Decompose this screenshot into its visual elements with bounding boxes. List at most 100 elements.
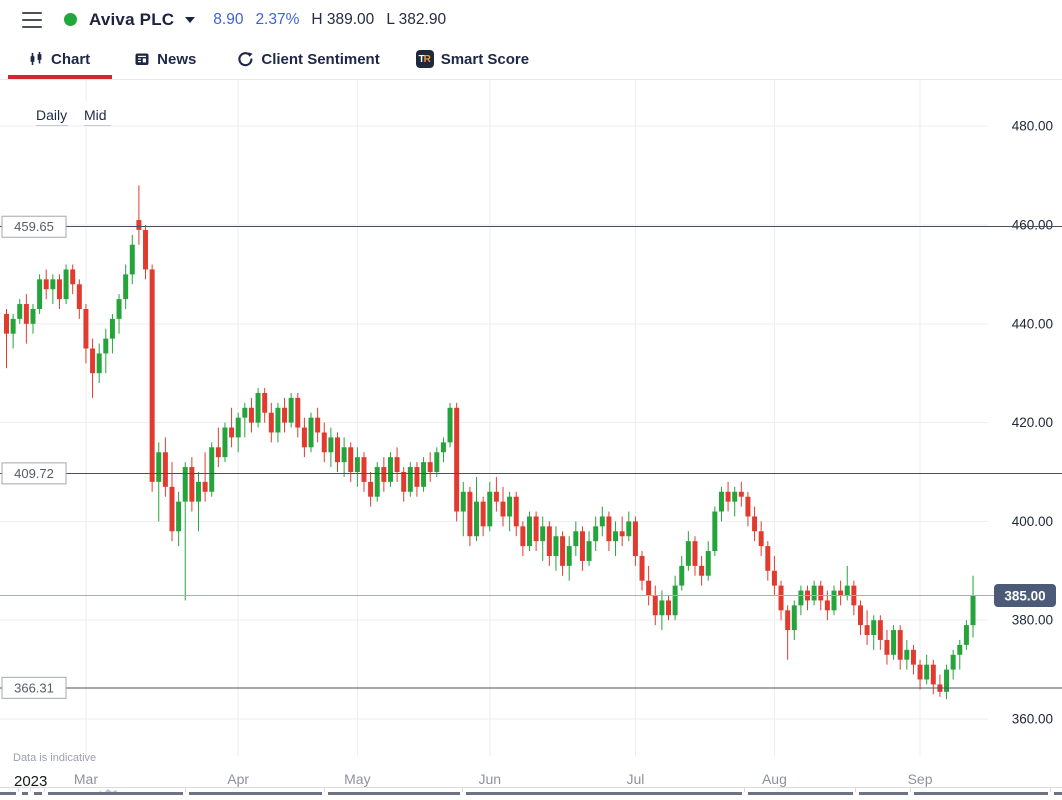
candle	[507, 496, 513, 517]
candle	[718, 491, 724, 512]
candle	[593, 526, 599, 542]
y-axis-label: 420.00	[1012, 415, 1053, 430]
candle	[381, 467, 387, 482]
interval-selector[interactable]: Daily	[36, 102, 68, 126]
y-axis-label: 460.00	[1012, 218, 1053, 233]
candle	[474, 501, 480, 537]
tab-label: News	[157, 50, 197, 68]
candle	[619, 531, 625, 537]
candle	[321, 432, 327, 453]
candle	[116, 299, 122, 319]
x-axis-month-label: Jun	[478, 771, 501, 787]
candle	[692, 541, 698, 566]
candle	[970, 595, 976, 626]
tab-client-sentiment[interactable]: Client Sentiment	[237, 51, 380, 68]
candle	[573, 531, 579, 547]
candle	[361, 457, 367, 482]
candle	[824, 600, 830, 611]
candle	[811, 585, 817, 601]
candle	[288, 397, 294, 423]
tipranks-badge-icon: TR	[415, 50, 434, 68]
candle	[83, 308, 89, 349]
candle	[229, 427, 235, 438]
price-level-label: 409.72	[14, 466, 54, 481]
instrument-selector[interactable]: Aviva PLC	[89, 10, 196, 30]
candle	[295, 397, 301, 428]
candle	[136, 220, 142, 230]
candle	[189, 467, 195, 502]
candle	[745, 496, 751, 517]
candle	[394, 457, 400, 472]
tab-bar: Chart News Client Sentiment TR Smart Sco…	[0, 39, 1062, 80]
candle	[341, 447, 347, 463]
candle	[871, 620, 877, 636]
candle	[930, 664, 936, 685]
candle	[957, 644, 963, 655]
candle	[725, 491, 731, 502]
candle	[838, 590, 844, 596]
candle	[705, 551, 711, 576]
tab-news[interactable]: News	[134, 51, 196, 68]
candle	[944, 669, 950, 692]
candle	[857, 605, 863, 626]
price-chart-svg[interactable]: 480.00 460.00 440.00 420.00 400.00 380.00 360.…	[0, 80, 1062, 795]
candle	[348, 447, 354, 472]
price-change: 8.90	[213, 10, 244, 28]
candle	[526, 516, 532, 547]
candle	[533, 516, 539, 542]
candle	[103, 338, 109, 354]
candle	[209, 447, 215, 492]
candle	[467, 491, 473, 537]
candle	[262, 392, 268, 413]
candle	[76, 284, 82, 309]
candle	[560, 536, 566, 566]
panel-divider	[0, 787, 1062, 788]
candle	[666, 600, 671, 616]
candle	[50, 279, 56, 290]
tab-label: Chart	[51, 50, 91, 68]
candle	[831, 590, 837, 611]
day-low: L 382.90	[386, 10, 447, 28]
candle	[950, 654, 956, 670]
candle	[487, 491, 493, 527]
y-axis-label: 440.00	[1012, 316, 1053, 331]
candle	[738, 491, 744, 497]
candle	[606, 516, 612, 542]
candle	[301, 427, 307, 448]
day-high: H 389.00	[311, 10, 375, 28]
candle	[275, 407, 281, 433]
candle	[43, 279, 49, 290]
price-level-label: 366.31	[14, 680, 54, 695]
x-axis-month-label: Aug	[762, 771, 787, 787]
candle	[56, 279, 62, 300]
candle	[513, 496, 519, 527]
candle	[791, 605, 797, 631]
candle	[891, 630, 897, 655]
y-axis-label: 380.00	[1012, 613, 1053, 628]
candle	[460, 491, 466, 512]
candle	[308, 417, 314, 448]
candle	[202, 481, 208, 492]
candle	[771, 570, 777, 586]
candle	[924, 664, 930, 680]
candle	[282, 407, 288, 423]
candle	[798, 590, 804, 606]
hamburger-menu-icon[interactable]	[22, 11, 42, 28]
candle	[685, 541, 691, 566]
tab-chart[interactable]: Chart	[28, 51, 90, 68]
candle	[500, 501, 506, 517]
price-level-label: 459.65	[14, 219, 54, 234]
tab-smart-score[interactable]: TR Smart Score	[415, 50, 529, 68]
candle	[877, 620, 883, 640]
candle	[30, 308, 36, 324]
candle	[639, 555, 645, 581]
candle	[910, 649, 916, 665]
candle	[96, 353, 102, 374]
candle	[109, 318, 115, 339]
chart-area: 480.00 460.00 440.00 420.00 400.00 380.00 360.…	[0, 80, 1062, 795]
candle	[63, 269, 69, 300]
price-basis-selector[interactable]: Mid	[84, 102, 111, 126]
market-open-dot	[64, 13, 77, 26]
x-axis-month-label: Jul	[626, 771, 644, 787]
candle	[315, 417, 321, 433]
